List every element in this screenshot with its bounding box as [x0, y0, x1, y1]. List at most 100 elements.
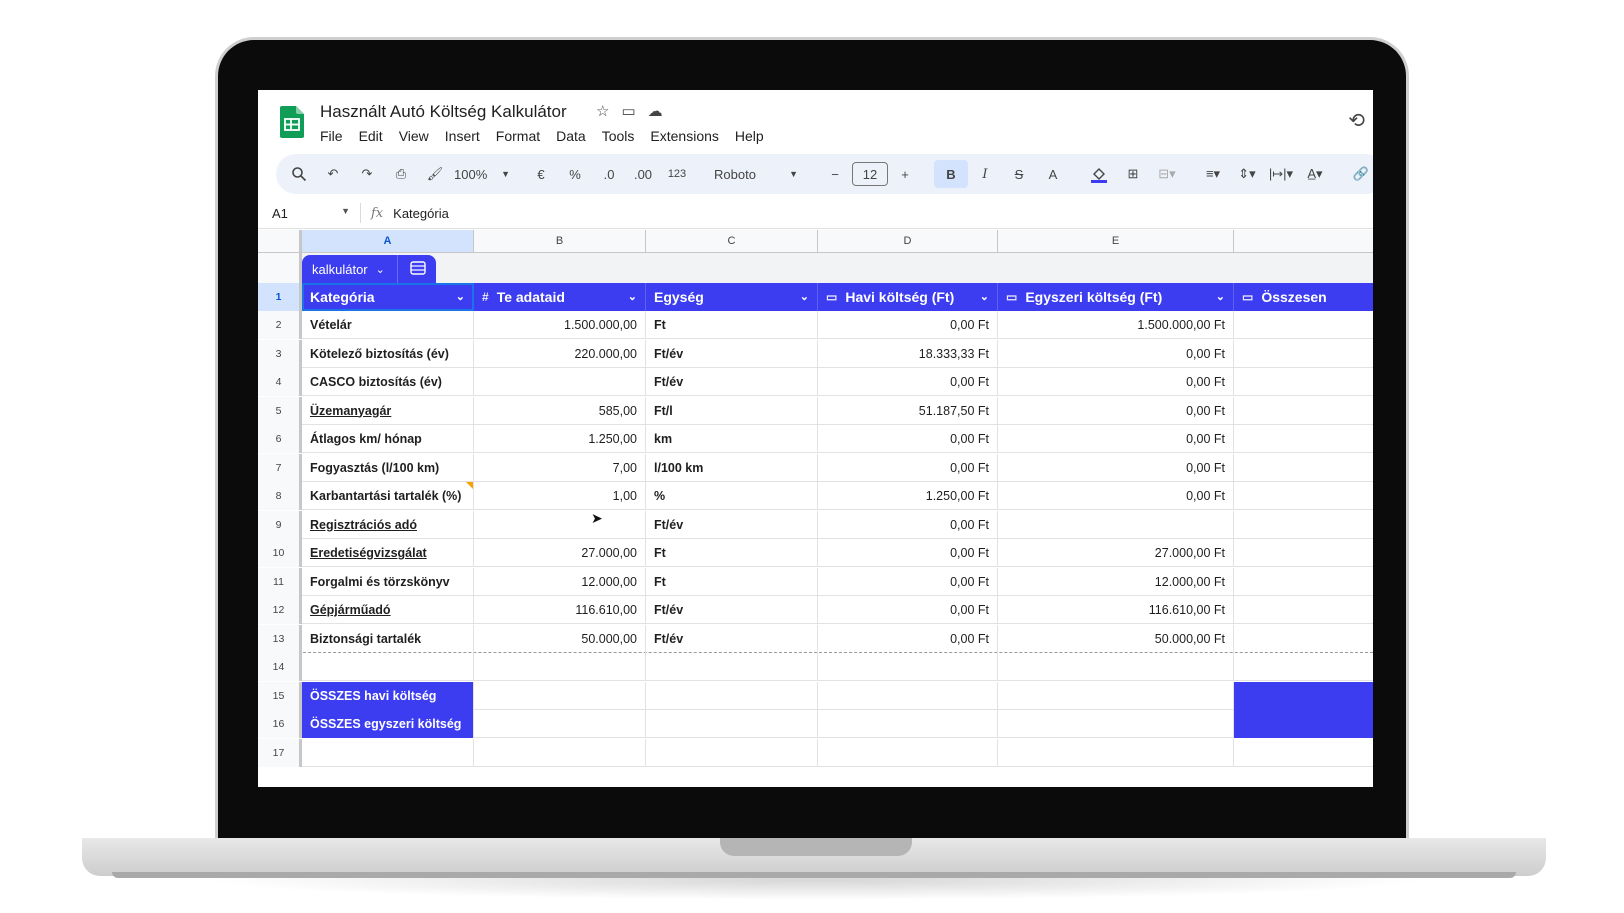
cell-b-13[interactable]: 50.000,00	[474, 624, 646, 653]
cell-b[interactable]	[474, 681, 646, 710]
cell-a-10[interactable]: Eredetiségvizsgálat	[302, 539, 474, 567]
cell-a-3[interactable]: Kötelező biztosítás (év)	[302, 339, 474, 368]
cell-a-8[interactable]: Karbantartási tartalék (%)	[302, 482, 474, 510]
zoom-select[interactable]: 100% ▼	[452, 160, 512, 188]
font-size-decrease-button[interactable]: −	[818, 160, 852, 188]
menu-insert[interactable]: Insert	[445, 128, 480, 144]
row-number[interactable]: 3	[258, 339, 302, 368]
font-select[interactable]: Roboto ▼	[706, 160, 806, 188]
number-format-button[interactable]: 123	[660, 160, 694, 188]
cell-e[interactable]	[998, 710, 1234, 738]
cell-a-2[interactable]: Vételár	[302, 311, 474, 339]
row-number[interactable]: 4	[258, 368, 302, 396]
merge-cells-icon[interactable]: ⊟▾	[1150, 160, 1184, 188]
cell-c-12[interactable]: Ft/év	[646, 596, 818, 624]
cell-a-7[interactable]: Fogyasztás (l/100 km)	[302, 453, 474, 482]
column-header-d[interactable]: D	[818, 230, 998, 252]
cell-c[interactable]	[646, 710, 818, 738]
cell-e[interactable]	[998, 738, 1234, 767]
chevron-down-icon[interactable]: ⌄	[1216, 283, 1225, 311]
cell-f-7[interactable]	[1234, 454, 1373, 482]
cell-b-12[interactable]: 116.610,00	[474, 596, 646, 624]
row-number[interactable]: 14	[258, 653, 302, 681]
cell-e-5[interactable]: 0,00 Ft	[998, 396, 1234, 425]
cell-f-8[interactable]	[1234, 482, 1373, 510]
row-number[interactable]: 13	[258, 624, 302, 653]
cell-b-9[interactable]	[474, 510, 646, 539]
cell-c-4[interactable]: Ft/év	[646, 368, 818, 396]
cell-f-5[interactable]	[1234, 397, 1373, 425]
cell-f[interactable]	[1234, 739, 1373, 767]
header-cell-havi-koltseg[interactable]: ▭ Havi költség (Ft) ⌄	[818, 283, 998, 311]
decrease-decimal-button[interactable]: .0	[592, 160, 626, 188]
row-number[interactable]: 9	[258, 510, 302, 539]
cell-f-12[interactable]	[1234, 596, 1373, 624]
valign-icon[interactable]: ⇕▾	[1230, 160, 1264, 188]
cell-a-5[interactable]: Üzemanyagár	[302, 396, 474, 425]
cell-f-13[interactable]	[1234, 625, 1373, 653]
row-number[interactable]: 15	[258, 681, 302, 710]
strikethrough-button[interactable]: S	[1002, 160, 1036, 188]
header-cell-osszesen[interactable]: ▭ Összesen	[1234, 283, 1373, 311]
cell-d-8[interactable]: 1.250,00 Ft	[818, 482, 998, 510]
cell-d[interactable]	[818, 653, 998, 681]
column-header-c[interactable]: C	[646, 230, 818, 252]
cell-c-6[interactable]: km	[646, 425, 818, 453]
cell-b[interactable]	[474, 710, 646, 738]
select-all-corner[interactable]	[258, 230, 302, 252]
cell-f-4[interactable]	[1234, 368, 1373, 396]
cell-e-13[interactable]: 50.000,00 Ft	[998, 624, 1234, 653]
column-header-b[interactable]: B	[474, 230, 646, 252]
sheets-logo[interactable]	[280, 106, 304, 138]
search-icon[interactable]	[282, 160, 316, 188]
percent-format-button[interactable]: %	[558, 160, 592, 188]
cloud-status-icon[interactable]: ☁	[648, 102, 663, 120]
total-label-cell[interactable]: ÖSSZES egyszeri költség	[302, 710, 474, 738]
text-wrap-icon[interactable]: |↦|▾	[1264, 160, 1298, 188]
formula-input[interactable]: Kategória	[393, 206, 449, 221]
cell-e-8[interactable]: 0,00 Ft	[998, 482, 1234, 510]
italic-button[interactable]: I	[968, 160, 1002, 188]
cell-e[interactable]	[998, 681, 1234, 710]
cell-a-4[interactable]: CASCO biztosítás (év)	[302, 368, 474, 396]
move-folder-icon[interactable]: ▭	[621, 102, 635, 120]
cell-b-6[interactable]: 1.250,00	[474, 425, 646, 453]
table-settings-icon[interactable]	[410, 260, 426, 278]
chevron-down-icon[interactable]: ⌄	[456, 283, 465, 311]
cell-a-9[interactable]: Regisztrációs adó	[302, 510, 474, 539]
column-header-e[interactable]: E	[998, 230, 1234, 252]
cell-f-9[interactable]	[1234, 511, 1373, 539]
chevron-down-icon[interactable]: ⌄	[800, 283, 809, 311]
text-color-button[interactable]: A	[1036, 160, 1070, 188]
chevron-down-icon[interactable]: ⌄	[628, 283, 637, 311]
cell-f[interactable]	[1234, 653, 1373, 681]
menu-file[interactable]: File	[320, 128, 343, 144]
document-title[interactable]: Használt Autó Költség Kalkulátor	[320, 102, 567, 122]
cell-f-2[interactable]	[1234, 311, 1373, 339]
cell-b-5[interactable]: 585,00	[474, 396, 646, 425]
cell-a-12[interactable]: Gépjárműadó	[302, 596, 474, 624]
row-number[interactable]: 16	[258, 710, 302, 738]
cell-a[interactable]	[302, 653, 474, 681]
cell-c-9[interactable]: Ft/év	[646, 510, 818, 539]
cell-f-3[interactable]	[1234, 340, 1373, 368]
total-label-cell[interactable]: ÖSSZES havi költség	[302, 681, 474, 710]
menu-tools[interactable]: Tools	[602, 128, 635, 144]
cell-e-3[interactable]: 0,00 Ft	[998, 339, 1234, 368]
cell-d-4[interactable]: 0,00 Ft	[818, 368, 998, 396]
cell-a[interactable]	[302, 738, 474, 767]
cell-c[interactable]	[646, 738, 818, 767]
header-cell-te-adataid[interactable]: # Te adataid ⌄	[474, 283, 646, 311]
cell-b-3[interactable]: 220.000,00	[474, 339, 646, 368]
undo-icon[interactable]: ↶	[316, 160, 350, 188]
cell-a-11[interactable]: Forgalmi és törzskönyv	[302, 567, 474, 596]
menu-view[interactable]: View	[399, 128, 429, 144]
increase-decimal-button[interactable]: .00	[626, 160, 660, 188]
cell-b-2[interactable]: 1.500.000,00	[474, 311, 646, 339]
cell-d-12[interactable]: 0,00 Ft	[818, 596, 998, 624]
cell-e-10[interactable]: 27.000,00 Ft	[998, 539, 1234, 567]
row-number[interactable]: 12	[258, 596, 302, 624]
bold-button[interactable]: B	[934, 160, 968, 188]
cell-d-3[interactable]: 18.333,33 Ft	[818, 339, 998, 368]
cell-c-5[interactable]: Ft/l	[646, 396, 818, 425]
